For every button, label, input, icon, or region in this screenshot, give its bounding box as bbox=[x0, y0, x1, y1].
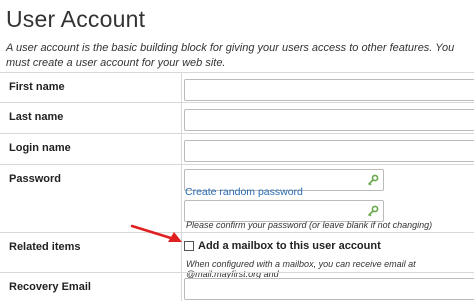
confirm-password-input[interactable] bbox=[184, 200, 384, 222]
last-name-row: Last name bbox=[0, 102, 474, 134]
login-name-input[interactable] bbox=[184, 140, 474, 162]
red-arrow-annotation bbox=[130, 224, 182, 242]
key-icon[interactable] bbox=[367, 174, 379, 186]
login-name-row: Login name bbox=[0, 133, 474, 165]
recovery-email-label: Recovery Email bbox=[9, 281, 91, 293]
login-name-label: Login name bbox=[9, 142, 71, 154]
mailbox-checkbox-label[interactable]: Add a mailbox to this user account bbox=[198, 240, 381, 252]
page-title: User Account bbox=[6, 6, 146, 32]
password-row: Password Create random password Please c… bbox=[0, 164, 474, 233]
page-description: A user account is the basic building blo… bbox=[6, 42, 455, 69]
related-items-row: Related items Add a mailbox to this user… bbox=[0, 232, 474, 279]
confirm-password-hint: Please confirm your password (or leave b… bbox=[186, 220, 433, 230]
recovery-email-input[interactable] bbox=[184, 278, 474, 300]
mailbox-checkbox-wrap[interactable]: Add a mailbox to this user account bbox=[184, 240, 381, 252]
first-name-row: First name bbox=[0, 72, 474, 103]
first-name-label: First name bbox=[9, 81, 65, 93]
recovery-email-row: Recovery Email bbox=[0, 272, 474, 301]
last-name-label: Last name bbox=[9, 111, 64, 123]
mailbox-checkbox[interactable] bbox=[184, 241, 194, 251]
password-label: Password bbox=[9, 173, 61, 185]
key-icon[interactable] bbox=[367, 205, 379, 217]
related-items-label: Related items bbox=[9, 241, 81, 253]
first-name-input[interactable] bbox=[184, 79, 474, 101]
last-name-input[interactable] bbox=[184, 109, 474, 131]
create-random-password-link[interactable]: Create random password bbox=[185, 186, 303, 198]
